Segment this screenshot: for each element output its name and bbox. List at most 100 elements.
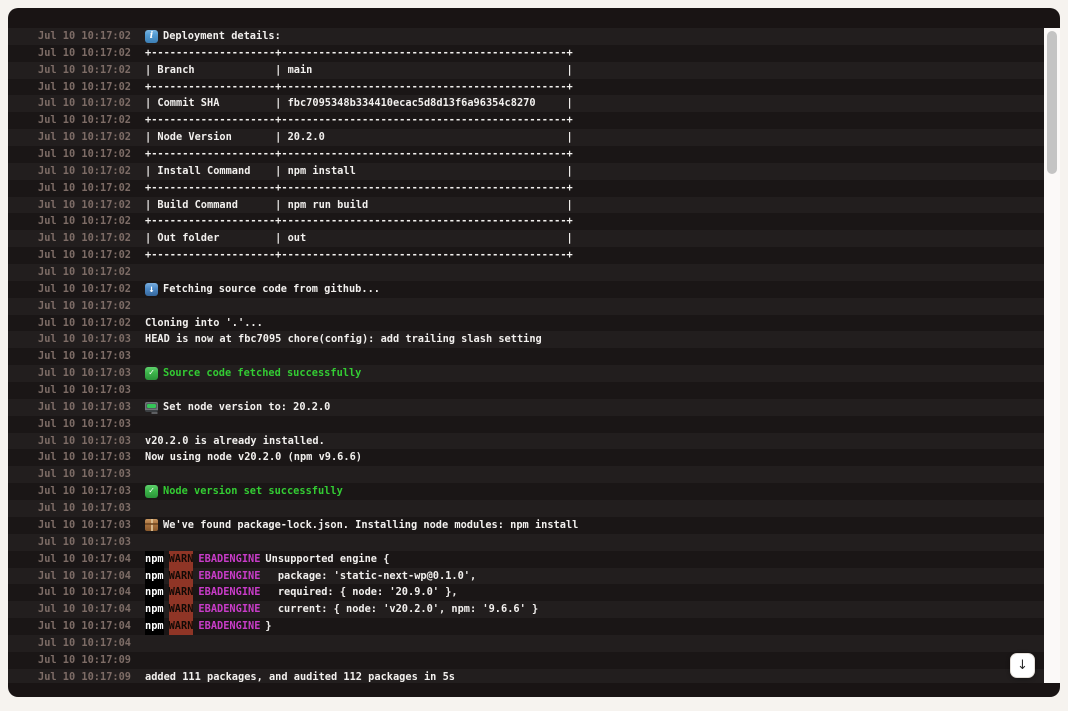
info-icon: i	[145, 30, 158, 43]
ebadengine-label: EBADENGINE	[198, 601, 260, 618]
ebadengine-label: EBADENGINE	[198, 584, 260, 601]
log-text: Fetching source code from github...	[163, 281, 380, 298]
log-timestamp: Jul 10 10:17:03	[38, 382, 145, 399]
log-text: Deployment details:	[163, 28, 281, 45]
log-timestamp: Jul 10 10:17:03	[38, 534, 145, 551]
log-row: Jul 10 10:17:02	[8, 264, 1044, 281]
log-row: Jul 10 10:17:04npmWARNEBADENGINE require…	[8, 584, 1044, 601]
log-timestamp: Jul 10 10:17:04	[38, 568, 145, 585]
log-text: +--------------------+------------------…	[145, 45, 573, 62]
log-timestamp: Jul 10 10:17:03	[38, 449, 145, 466]
scroll-to-bottom-button[interactable]: ↓	[1010, 653, 1035, 678]
log-message: +--------------------+------------------…	[145, 45, 573, 62]
log-timestamp: Jul 10 10:17:03	[38, 416, 145, 433]
log-text: Unsupported engine {	[265, 551, 389, 568]
log-timestamp: Jul 10 10:17:02	[38, 112, 145, 129]
npm-label: npm	[145, 618, 164, 635]
log-row: Jul 10 10:17:03Now using node v20.2.0 (n…	[8, 449, 1044, 466]
log-row: Jul 10 10:17:03v20.2.0 is already instal…	[8, 433, 1044, 450]
log-row: Jul 10 10:17:04npmWARNEBADENGINE package…	[8, 568, 1044, 585]
log-timestamp: Jul 10 10:17:04	[38, 584, 145, 601]
log-row: Jul 10 10:17:02Cloning into '.'...	[8, 315, 1044, 332]
log-timestamp: Jul 10 10:17:04	[38, 618, 145, 635]
log-message: +--------------------+------------------…	[145, 213, 573, 230]
log-row: Jul 10 10:17:09	[8, 652, 1044, 669]
log-timestamp: Jul 10 10:17:03	[38, 365, 145, 382]
log-row: Jul 10 10:17:02+--------------------+---…	[8, 79, 1044, 96]
log-message: i Deployment details:	[145, 28, 281, 45]
log-text: added 111 packages, and audited 112 pack…	[145, 669, 455, 683]
log-text: | Branch | main |	[145, 62, 573, 79]
ebadengine-label: EBADENGINE	[198, 568, 260, 585]
log-timestamp: Jul 10 10:17:02	[38, 298, 145, 315]
log-row: Jul 10 10:17:02| Commit SHA | fbc7095348…	[8, 95, 1044, 112]
log-timestamp: Jul 10 10:17:09	[38, 652, 145, 669]
log-message: ↓ Fetching source code from github...	[145, 281, 380, 298]
log-row: Jul 10 10:17:04npmWARNEBADENGINE}	[8, 618, 1044, 635]
log-text: Set node version to: 20.2.0	[163, 399, 330, 416]
log-message: | Branch | main |	[145, 62, 573, 79]
log-row: Jul 10 10:17:02+--------------------+---…	[8, 213, 1044, 230]
computer-icon	[145, 401, 158, 414]
download-icon: ↓	[145, 283, 158, 296]
log-timestamp: Jul 10 10:17:02	[38, 247, 145, 264]
check-icon: ✓	[145, 485, 158, 498]
log-timestamp: Jul 10 10:17:02	[38, 45, 145, 62]
ebadengine-label: EBADENGINE	[198, 618, 260, 635]
log-message: npmWARNEBADENGINE current: { node: 'v20.…	[145, 601, 538, 618]
log-row: Jul 10 10:17:03HEAD is now at fbc7095 ch…	[8, 331, 1044, 348]
log-text: We've found package-lock.json. Installin…	[163, 517, 578, 534]
log-timestamp: Jul 10 10:17:02	[38, 180, 145, 197]
log-row: Jul 10 10:17:02| Branch | main |	[8, 62, 1044, 79]
scrollbar-thumb[interactable]	[1047, 31, 1057, 174]
log-viewport: Jul 10 10:17:02iDeployment details:Jul 1…	[8, 28, 1044, 683]
log-row: Jul 10 10:17:02| Node Version | 20.2.0 |	[8, 129, 1044, 146]
scrollbar-track[interactable]	[1044, 28, 1060, 683]
log-message: HEAD is now at fbc7095 chore(config): ad…	[145, 331, 542, 348]
log-timestamp: Jul 10 10:17:04	[38, 601, 145, 618]
success-text: Source code fetched successfully	[163, 365, 361, 382]
log-row: Jul 10 10:17:02| Build Command | npm run…	[8, 197, 1044, 214]
log-text: | Commit SHA | fbc7095348b334410ecac5d8d…	[145, 95, 573, 112]
log-text: required: { node: '20.9.0' },	[265, 584, 457, 601]
log-timestamp: Jul 10 10:17:03	[38, 500, 145, 517]
log-text: +--------------------+------------------…	[145, 146, 573, 163]
scroll-down-arrow-icon: ↓	[1017, 659, 1028, 672]
log-message: npmWARNEBADENGINE package: 'static-next-…	[145, 568, 476, 585]
log-row: Jul 10 10:17:02↓ Fetching source code fro…	[8, 281, 1044, 298]
log-text: | Build Command | npm run build |	[145, 197, 573, 214]
log-message: v20.2.0 is already installed.	[145, 433, 325, 450]
log-timestamp: Jul 10 10:17:09	[38, 669, 145, 683]
log-row: Jul 10 10:17:03	[8, 382, 1044, 399]
log-message: Now using node v20.2.0 (npm v9.6.6)	[145, 449, 362, 466]
log-message: added 111 packages, and audited 112 pack…	[145, 669, 455, 683]
log-timestamp: Jul 10 10:17:02	[38, 213, 145, 230]
log-row: Jul 10 10:17:03	[8, 466, 1044, 483]
warn-badge: WARN	[169, 618, 194, 635]
log-timestamp: Jul 10 10:17:02	[38, 230, 145, 247]
log-message: +--------------------+------------------…	[145, 180, 573, 197]
log-timestamp: Jul 10 10:17:02	[38, 281, 145, 298]
log-text: +--------------------+------------------…	[145, 213, 573, 230]
log-text: package: 'static-next-wp@0.1.0',	[265, 568, 476, 585]
warn-badge: WARN	[169, 568, 194, 585]
log-text: HEAD is now at fbc7095 chore(config): ad…	[145, 331, 542, 348]
log-timestamp: Jul 10 10:17:02	[38, 129, 145, 146]
log-text: Cloning into '.'...	[145, 315, 263, 332]
log-message: | Commit SHA | fbc7095348b334410ecac5d8d…	[145, 95, 573, 112]
log-message: npmWARNEBADENGINE required: { node: '20.…	[145, 584, 458, 601]
log-text: +--------------------+------------------…	[145, 247, 573, 264]
log-row: Jul 10 10:17:02	[8, 298, 1044, 315]
npm-label: npm	[145, 551, 164, 568]
log-message: +--------------------+------------------…	[145, 112, 573, 129]
log-message: We've found package-lock.json. Installin…	[145, 517, 578, 534]
log-message: Set node version to: 20.2.0	[145, 399, 330, 416]
log-text: | Node Version | 20.2.0 |	[145, 129, 573, 146]
log-row: Jul 10 10:17:02+--------------------+---…	[8, 247, 1044, 264]
log-row: Jul 10 10:17:04npmWARNEBADENGINEUnsuppor…	[8, 551, 1044, 568]
log-timestamp: Jul 10 10:17:03	[38, 483, 145, 500]
log-text: current: { node: 'v20.2.0', npm: '9.6.6'…	[265, 601, 538, 618]
check-icon: ✓	[145, 367, 158, 380]
log-timestamp: Jul 10 10:17:03	[38, 517, 145, 534]
log-row: Jul 10 10:17:03	[8, 500, 1044, 517]
